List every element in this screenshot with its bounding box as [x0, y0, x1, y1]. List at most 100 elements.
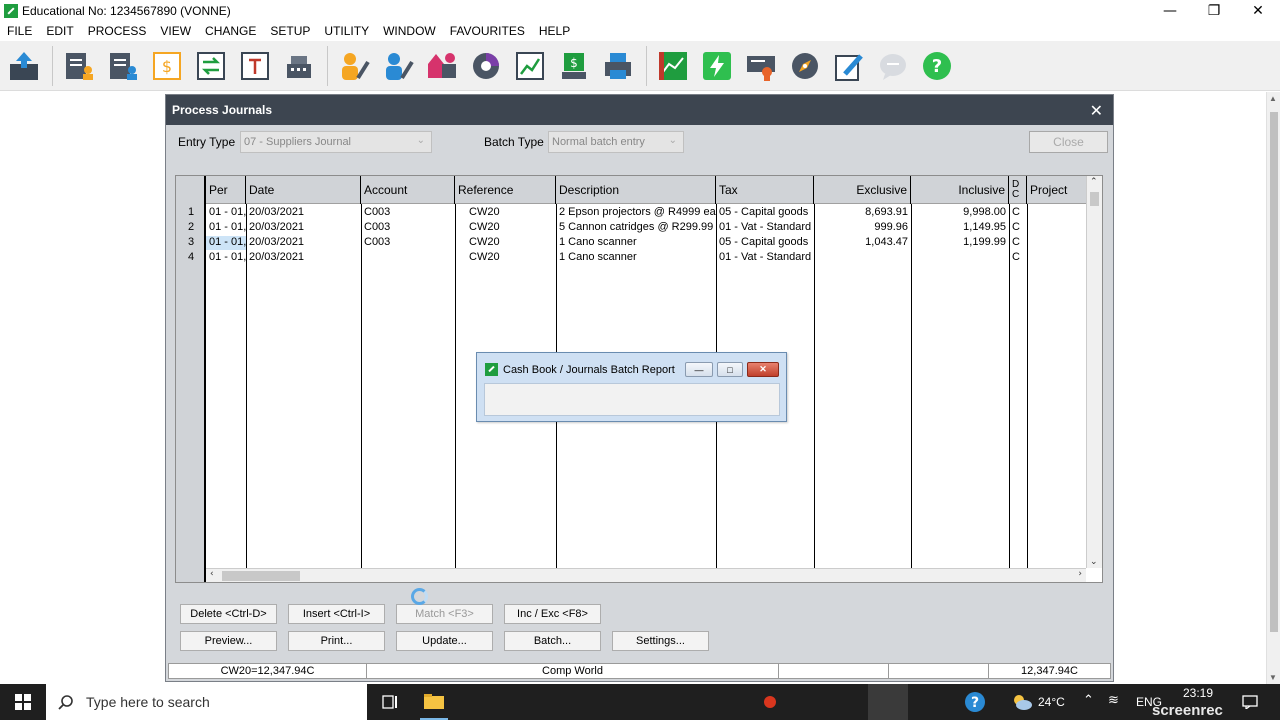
update-button[interactable]: Update...: [396, 631, 493, 651]
menu-edit[interactable]: EDIT: [39, 24, 80, 38]
taskbar-search[interactable]: Type here to search: [46, 684, 367, 720]
shapes-icon[interactable]: [424, 48, 460, 84]
download-money-icon[interactable]: $: [556, 48, 592, 84]
close-icon[interactable]: ✕: [747, 362, 779, 377]
cell-description[interactable]: 1 Cano scanner: [556, 236, 716, 250]
recording-app-icon[interactable]: [760, 684, 780, 720]
chevron-up-icon[interactable]: ⌃: [1090, 177, 1098, 187]
table-row[interactable]: 1 01 - 01, 20/03/2021 C003 CW20 2 Epson …: [176, 205, 1086, 220]
menu-change[interactable]: CHANGE: [198, 24, 263, 38]
cell-per-selected[interactable]: 01 - 01,: [206, 236, 246, 250]
print-button[interactable]: Print...: [288, 631, 385, 651]
menu-help[interactable]: HELP: [532, 24, 577, 38]
close-icon[interactable]: ✕: [1236, 0, 1280, 21]
pie-chart-icon[interactable]: [468, 48, 504, 84]
col-exclusive[interactable]: Exclusive: [814, 176, 911, 204]
customers-icon[interactable]: [61, 48, 97, 84]
cell-tax[interactable]: 01 - Vat - Standard: [716, 251, 814, 265]
cell-description[interactable]: 5 Cannon catridges @ R299.99 e: [556, 221, 716, 235]
network-icon[interactable]: ≋: [1108, 693, 1119, 708]
col-inclusive[interactable]: Inclusive: [911, 176, 1009, 204]
menu-favourites[interactable]: FAVOURITES: [443, 24, 532, 38]
cell-dc[interactable]: C: [1009, 251, 1027, 265]
cell-account[interactable]: C003: [361, 206, 455, 220]
cell-inclusive[interactable]: 1,199.99: [911, 236, 1009, 250]
transfer-icon[interactable]: [193, 48, 229, 84]
workspace-scrollbar[interactable]: ▲ ▼: [1266, 92, 1280, 684]
chevron-up-icon[interactable]: ⌃: [1083, 693, 1094, 708]
menu-process[interactable]: PROCESS: [81, 24, 154, 38]
col-account[interactable]: Account: [361, 176, 455, 204]
match-button[interactable]: Match <F3>: [396, 604, 493, 624]
cell-inclusive[interactable]: [911, 251, 1009, 265]
menu-window[interactable]: WINDOW: [376, 24, 443, 38]
user-edit-icon[interactable]: [336, 48, 372, 84]
preview-button[interactable]: Preview...: [180, 631, 277, 651]
cell-reference[interactable]: CW20: [455, 236, 556, 250]
minimize-icon[interactable]: —: [1148, 0, 1192, 21]
table-row[interactable]: 2 01 - 01, 20/03/2021 C003 CW20 5 Cannon…: [176, 220, 1086, 235]
upload-icon[interactable]: [6, 48, 42, 84]
close-icon[interactable]: ✕: [1090, 101, 1103, 120]
close-button[interactable]: Close: [1029, 131, 1108, 153]
chevron-left-icon[interactable]: ‹: [210, 569, 214, 579]
maximize-icon[interactable]: □: [717, 362, 743, 377]
windows-start-icon[interactable]: [0, 684, 46, 720]
clock-time[interactable]: 23:19: [1183, 686, 1213, 700]
cell-inclusive[interactable]: 1,149.95: [911, 221, 1009, 235]
menu-setup[interactable]: SETUP: [263, 24, 317, 38]
help-tray-icon[interactable]: ?: [962, 684, 988, 720]
col-description[interactable]: Description: [556, 176, 716, 204]
inc-exc-button[interactable]: Inc / Exc <F8>: [504, 604, 601, 624]
cell-per[interactable]: 01 - 01,: [206, 251, 246, 265]
task-view-icon[interactable]: [378, 684, 402, 720]
trend-chart-icon[interactable]: [512, 48, 548, 84]
cell-account[interactable]: C003: [361, 221, 455, 235]
cell-reference[interactable]: CW20: [455, 221, 556, 235]
batch-button[interactable]: Batch...: [504, 631, 601, 651]
lightning-icon[interactable]: [699, 48, 735, 84]
restore-icon[interactable]: ❐: [1192, 0, 1236, 21]
invoice-icon[interactable]: $: [149, 48, 185, 84]
active-app-icon[interactable]: [868, 684, 908, 720]
help-icon[interactable]: ?: [919, 48, 955, 84]
cell-reference[interactable]: CW20: [455, 251, 556, 265]
grid-horizontal-scrollbar[interactable]: ‹ ›: [206, 568, 1086, 582]
col-reference[interactable]: Reference: [455, 176, 556, 204]
col-project[interactable]: Project: [1027, 176, 1088, 204]
cell-date[interactable]: 20/03/2021: [246, 251, 361, 265]
table-row[interactable]: 3 01 - 01, 20/03/2021 C003 CW20 1 Cano s…: [176, 235, 1086, 250]
col-per[interactable]: Per: [206, 176, 246, 204]
compass-icon[interactable]: [787, 48, 823, 84]
weather-icon[interactable]: [1010, 684, 1034, 720]
printer-icon[interactable]: [600, 48, 636, 84]
table-row[interactable]: 4 01 - 01, 20/03/2021 CW20 1 Cano scanne…: [176, 250, 1086, 265]
cell-tax[interactable]: 05 - Capital goods: [716, 206, 814, 220]
cash-register-icon[interactable]: [281, 48, 317, 84]
pen-icon[interactable]: [831, 48, 867, 84]
menu-view[interactable]: VIEW: [153, 24, 198, 38]
cell-per[interactable]: 01 - 01,: [206, 206, 246, 220]
notification-icon[interactable]: [1238, 684, 1262, 720]
cell-per[interactable]: 01 - 01,: [206, 221, 246, 235]
cell-date[interactable]: 20/03/2021: [246, 221, 361, 235]
cell-exclusive[interactable]: 1,043.47: [814, 236, 911, 250]
col-date[interactable]: Date: [246, 176, 361, 204]
cell-account[interactable]: C003: [361, 236, 455, 250]
insert-button[interactable]: Insert <Ctrl-I>: [288, 604, 385, 624]
cell-tax[interactable]: 05 - Capital goods: [716, 236, 814, 250]
grid-vertical-scrollbar[interactable]: ⌃ ⌄: [1086, 176, 1102, 568]
cell-date[interactable]: 20/03/2021: [246, 206, 361, 220]
certificate-icon[interactable]: [743, 48, 779, 84]
cell-date[interactable]: 20/03/2021: [246, 236, 361, 250]
cell-tax[interactable]: 01 - Vat - Standard: [716, 221, 814, 235]
cell-reference[interactable]: CW20: [455, 206, 556, 220]
cell-exclusive[interactable]: 8,693.91: [814, 206, 911, 220]
file-explorer-icon[interactable]: [420, 684, 448, 720]
user-edit-2-icon[interactable]: [380, 48, 416, 84]
cell-description[interactable]: 1 Cano scanner: [556, 251, 716, 265]
green-report-icon[interactable]: [655, 48, 691, 84]
col-tax[interactable]: Tax: [716, 176, 814, 204]
cell-dc[interactable]: C: [1009, 206, 1027, 220]
batch-type-select[interactable]: Normal batch entry ⌄: [548, 131, 684, 153]
